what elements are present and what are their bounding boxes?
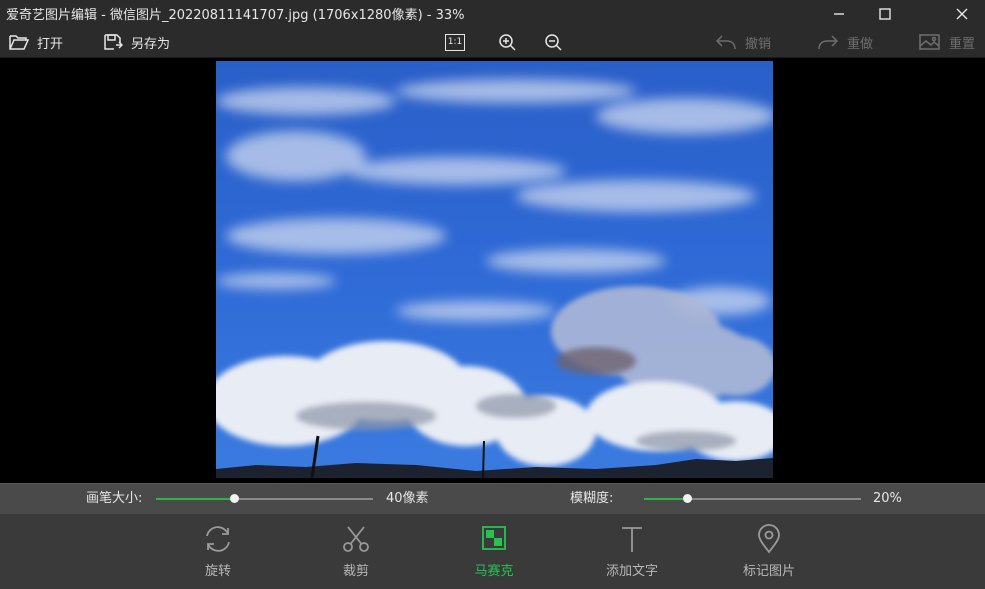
zoom-in-button[interactable] — [498, 27, 516, 57]
tool-mosaic[interactable]: 马赛克 — [454, 514, 534, 589]
close-button[interactable] — [939, 0, 985, 27]
rotate-icon — [206, 526, 230, 552]
blur-slider[interactable] — [644, 494, 861, 503]
tool-text-label: 添加文字 — [605, 564, 658, 579]
maximize-button[interactable] — [862, 0, 908, 27]
zoom-out-icon — [545, 34, 562, 51]
brush-size-label: 画笔大小: — [86, 491, 143, 506]
text-icon — [622, 527, 642, 552]
tool-rotate[interactable]: 旋转 — [178, 514, 258, 589]
edited-photo[interactable] — [216, 61, 773, 478]
save-as-button[interactable]: 另存为 — [103, 27, 170, 57]
crop-scissors-icon — [343, 526, 369, 552]
reset-image-icon — [919, 34, 940, 50]
minimize-button[interactable] — [816, 0, 862, 27]
brush-size-thumb[interactable] — [230, 494, 240, 503]
blur-label: 模糊度: — [570, 491, 614, 506]
blur-value: 20% — [873, 491, 902, 506]
tool-bar: 旋转 裁剪 马赛克 添加文字 标记图片 — [0, 514, 985, 589]
actual-size-button[interactable]: 1:1 — [445, 27, 465, 57]
tool-rotate-label: 旋转 — [204, 564, 231, 579]
tool-text[interactable]: 添加文字 — [592, 514, 672, 589]
tool-mosaic-label: 马赛克 — [474, 564, 514, 579]
window-title: 爱奇艺图片编辑 - 微信图片_20220811141707.jpg (1706x… — [6, 8, 465, 23]
tool-crop[interactable]: 裁剪 — [316, 514, 396, 589]
undo-button[interactable]: 撤销 — [715, 27, 771, 57]
open-button[interactable]: 打开 — [9, 27, 63, 57]
image-canvas[interactable] — [0, 58, 985, 483]
blur-fill — [644, 498, 688, 500]
brush-size-fill — [156, 498, 235, 500]
save-as-icon — [104, 34, 123, 50]
minimize-icon — [834, 12, 844, 15]
tool-crop-label: 裁剪 — [342, 564, 369, 579]
folder-open-icon — [9, 35, 29, 50]
location-pin-icon — [758, 524, 780, 554]
tool-mark[interactable]: 标记图片 — [729, 514, 809, 589]
zoom-out-button[interactable] — [544, 27, 562, 57]
brush-size-value: 40像素 — [386, 491, 429, 506]
sky-photo-image — [216, 61, 773, 478]
save-as-label: 另存为 — [131, 36, 171, 52]
mosaic-options-bar: 画笔大小: 40像素 模糊度: 20% — [0, 483, 985, 514]
tool-mark-label: 标记图片 — [742, 564, 795, 579]
redo-label: 重做 — [847, 36, 874, 52]
reset-button[interactable]: 重置 — [919, 27, 975, 57]
title-bar: 爱奇艺图片编辑 - 微信图片_20220811141707.jpg (1706x… — [0, 0, 985, 27]
reset-label: 重置 — [949, 36, 976, 52]
undo-label: 撤销 — [745, 36, 772, 52]
redo-icon — [818, 35, 839, 50]
close-icon — [956, 8, 968, 19]
brush-size-slider[interactable] — [156, 494, 373, 503]
blur-thumb[interactable] — [683, 494, 693, 503]
open-label: 打开 — [37, 36, 64, 52]
mosaic-icon — [482, 526, 506, 550]
actual-size-icon: 1:1 — [445, 33, 465, 51]
maximize-icon — [879, 7, 891, 20]
undo-icon — [715, 35, 736, 50]
actual-size-label: 1:1 — [447, 36, 463, 47]
toolbar: 打开 另存为 1:1 撤销 重做 重置 — [0, 27, 985, 58]
zoom-in-icon — [499, 34, 516, 51]
redo-button[interactable]: 重做 — [817, 27, 873, 57]
